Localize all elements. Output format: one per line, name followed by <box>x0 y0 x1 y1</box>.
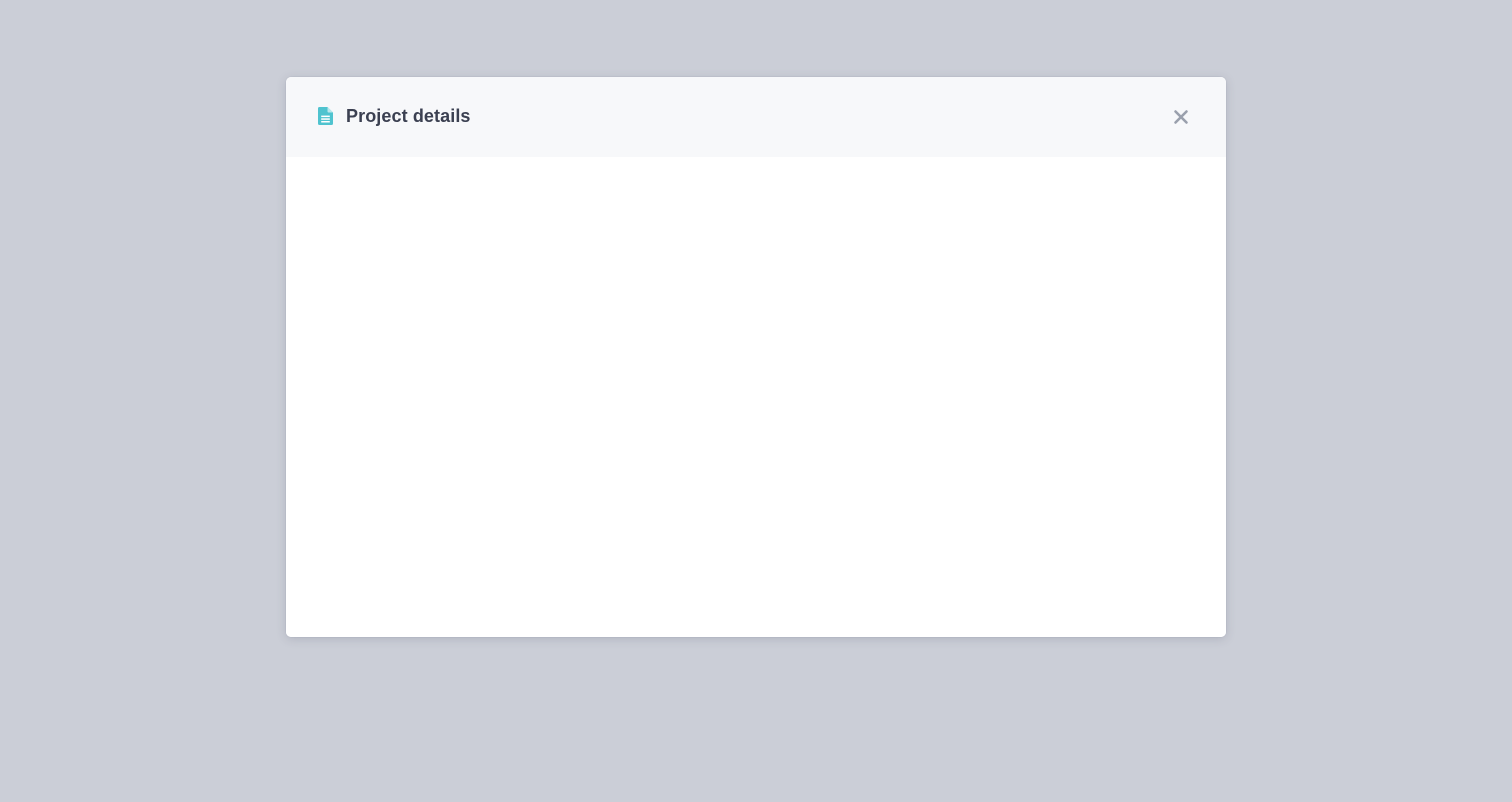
modal-title: Project details <box>346 106 471 126</box>
close-icon <box>1174 110 1188 124</box>
document-icon <box>318 107 333 125</box>
project-details-modal: Project details <box>286 77 1226 637</box>
modal-backdrop[interactable]: Project details <box>0 0 1512 802</box>
modal-body <box>286 157 1226 637</box>
close-button[interactable] <box>1168 104 1194 130</box>
modal-header: Project details <box>286 77 1226 157</box>
